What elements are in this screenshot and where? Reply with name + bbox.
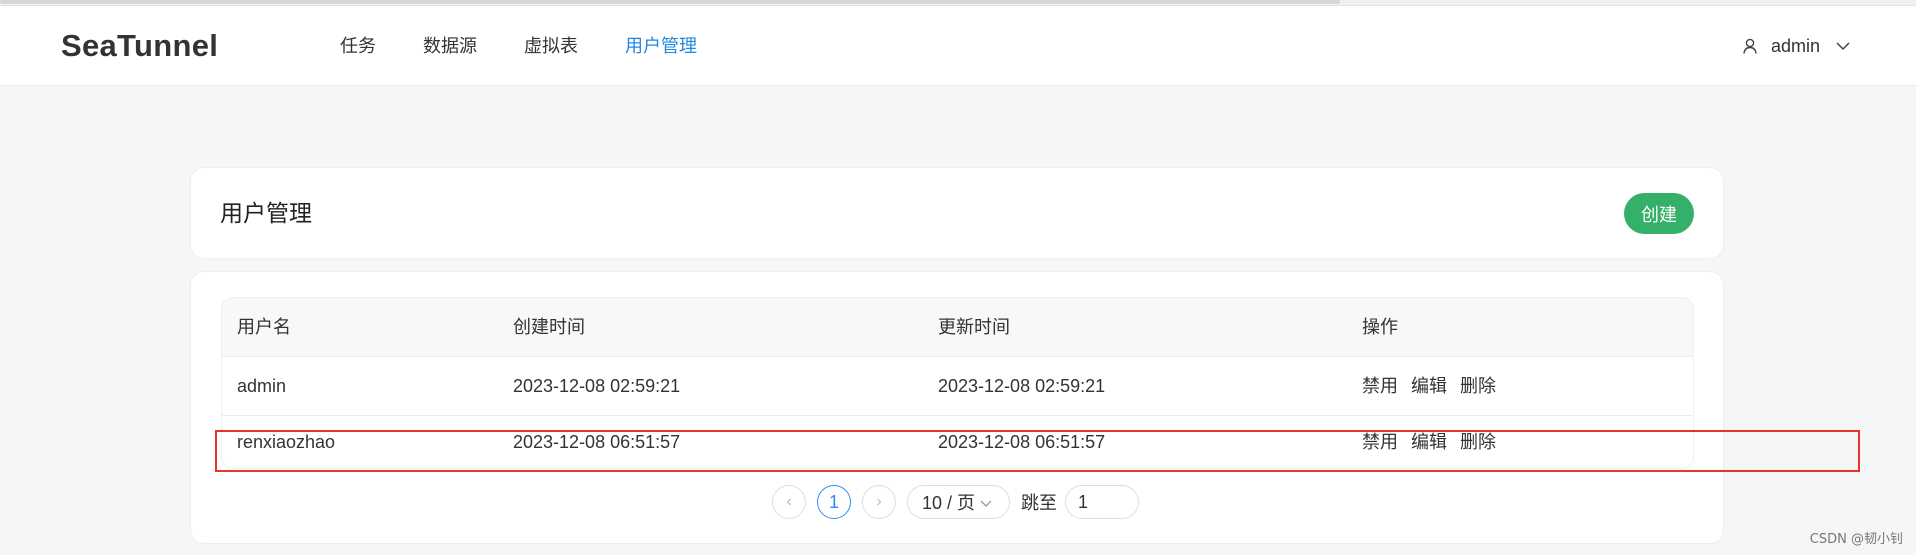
username-cell: admin (237, 376, 287, 396)
table-row: admin 2023-12-08 02:59:21 2023-12-08 02:… (222, 357, 1693, 416)
prev-page-button[interactable]: ‹ (772, 485, 806, 519)
next-page-button[interactable]: › (862, 485, 896, 519)
pagination: ‹ 1 › 10 / 页 跳至 (772, 485, 1139, 519)
page-header-card: 用户管理 创建 (190, 167, 1724, 259)
actions-cell: 禁用 编辑 删除 (1362, 430, 1496, 454)
page-title: 用户管理 (220, 200, 312, 226)
column-header-username: 用户名 (237, 317, 291, 337)
nav-item-virtual-table[interactable]: 虚拟表 (524, 34, 578, 58)
nav-item-datasource[interactable]: 数据源 (423, 34, 477, 58)
user-menu[interactable]: admin (1743, 34, 1850, 58)
column-header-created: 创建时间 (513, 317, 585, 337)
app-header: SeaTunnel 任务 数据源 虚拟表 用户管理 admin (0, 6, 1916, 86)
column-header-updated: 更新时间 (938, 317, 1010, 337)
user-name: admin (1770, 36, 1820, 56)
actions-cell: 禁用 编辑 删除 (1362, 374, 1496, 398)
main-nav: 任务 数据源 虚拟表 用户管理 (340, 34, 744, 58)
scrollbar-thumb[interactable] (0, 0, 1340, 4)
jump-page-input[interactable] (1065, 485, 1139, 519)
page-button-1[interactable]: 1 (817, 485, 851, 519)
edit-button[interactable]: 编辑 (1411, 374, 1447, 398)
nav-item-user-management[interactable]: 用户管理 (625, 34, 697, 58)
delete-button[interactable]: 删除 (1460, 430, 1496, 454)
table-row: renxiaozhao 2023-12-08 06:51:57 2023-12-… (222, 416, 1693, 468)
created-time-cell: 2023-12-08 02:59:21 (513, 376, 681, 396)
jump-label: 跳至 (1021, 493, 1057, 513)
disable-button[interactable]: 禁用 (1362, 430, 1398, 454)
updated-time-cell: 2023-12-08 06:51:57 (938, 432, 1106, 452)
updated-time-cell: 2023-12-08 02:59:21 (938, 376, 1106, 396)
users-table: 用户名 创建时间 更新时间 操作 admin 2023-12-08 02:59:… (221, 297, 1694, 469)
page-size-value: 10 / 页 (922, 493, 976, 513)
disable-button[interactable]: 禁用 (1362, 374, 1398, 398)
created-time-cell: 2023-12-08 06:51:57 (513, 432, 681, 452)
create-button[interactable]: 创建 (1624, 193, 1694, 234)
column-header-actions: 操作 (1362, 317, 1398, 337)
watermark: CSDN @韧小钊 (1809, 532, 1903, 547)
username-cell: renxiaozhao (237, 432, 336, 452)
delete-button[interactable]: 删除 (1460, 374, 1496, 398)
chevron-down-icon (1836, 41, 1850, 51)
nav-item-tasks[interactable]: 任务 (340, 34, 376, 58)
table-header: 用户名 创建时间 更新时间 操作 (222, 298, 1693, 357)
edit-button[interactable]: 编辑 (1411, 430, 1447, 454)
page-size-select[interactable]: 10 / 页 (907, 485, 1010, 519)
chevron-down-icon (980, 492, 992, 513)
user-icon (1743, 38, 1757, 54)
app-logo: SeaTunnel (61, 28, 219, 63)
